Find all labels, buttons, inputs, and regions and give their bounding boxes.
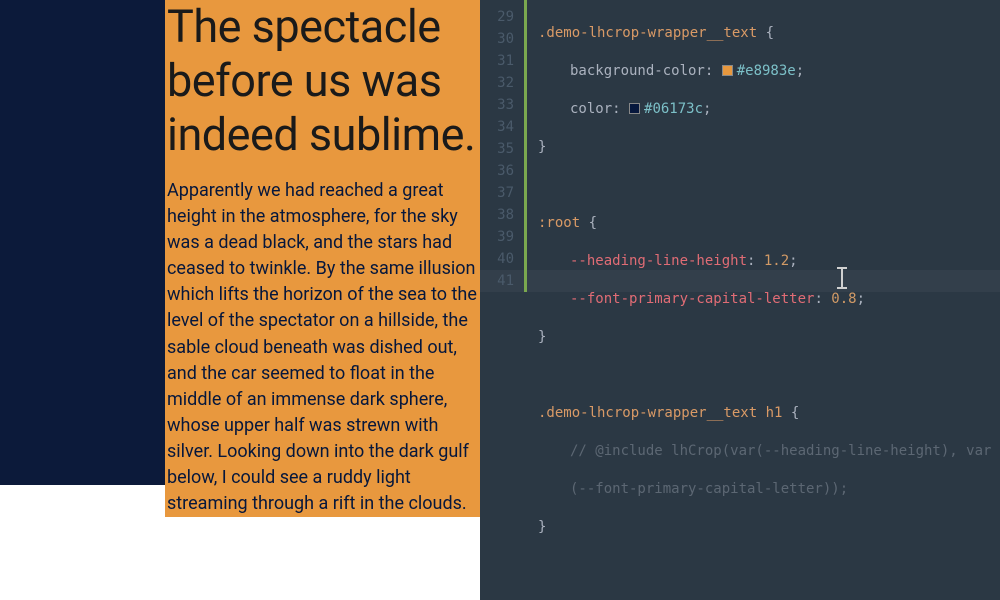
line-number: 29 bbox=[480, 6, 524, 28]
color-swatch-icon bbox=[722, 65, 733, 76]
css-value: #06173c bbox=[644, 101, 703, 117]
line-number: 30 bbox=[480, 28, 524, 50]
line-number: 35 bbox=[480, 138, 524, 160]
line-number: 34 bbox=[480, 116, 524, 138]
css-value: 0.8 bbox=[831, 291, 856, 307]
css-value: #e8983e bbox=[737, 63, 796, 79]
line-number: 32 bbox=[480, 72, 524, 94]
navy-background-block bbox=[0, 0, 165, 485]
line-number: 39 bbox=[480, 226, 524, 248]
color-swatch-icon bbox=[629, 103, 640, 114]
line-number: 38 bbox=[480, 204, 524, 226]
css-variable: --font-primary-capital-letter bbox=[570, 291, 814, 307]
demo-paragraph: Apparently we had reached a great height… bbox=[165, 172, 480, 517]
code-editor[interactable]: 29 30 31 32 33 34 35 36 37 38 39 40 41 .… bbox=[480, 0, 1000, 600]
line-number: 31 bbox=[480, 50, 524, 72]
brace-open: { bbox=[580, 215, 597, 231]
brace-close: } bbox=[538, 329, 546, 345]
brace-open: { bbox=[782, 405, 799, 421]
line-number: 33 bbox=[480, 94, 524, 116]
demo-heading: The spectacle before us was indeed subli… bbox=[165, 0, 480, 172]
code-comment: (--font-primary-capital-letter)); bbox=[570, 481, 848, 497]
line-number: 41 bbox=[480, 270, 524, 292]
css-variable: --heading-line-height bbox=[570, 253, 747, 269]
css-selector: .demo-lhcrop-wrapper__text h1 bbox=[538, 405, 782, 421]
css-selector: .demo-lhcrop-wrapper__text bbox=[538, 25, 757, 41]
css-selector: :root bbox=[538, 215, 580, 231]
code-content[interactable]: .demo-lhcrop-wrapper__text { background-… bbox=[524, 0, 1000, 600]
line-number: 36 bbox=[480, 160, 524, 182]
text-cursor-icon bbox=[836, 266, 848, 290]
line-number: 40 bbox=[480, 248, 524, 270]
line-number-gutter: 29 30 31 32 33 34 35 36 37 38 39 40 41 bbox=[480, 0, 524, 600]
css-property: color bbox=[570, 101, 612, 117]
demo-text-wrapper: The spectacle before us was indeed subli… bbox=[165, 0, 480, 485]
brace-close: } bbox=[538, 139, 546, 155]
css-value: 1.2 bbox=[764, 253, 789, 269]
line-number: 37 bbox=[480, 182, 524, 204]
css-property: background-color bbox=[570, 63, 705, 79]
preview-pane: The spectacle before us was indeed subli… bbox=[0, 0, 480, 600]
code-comment: // @include lhCrop(var(--heading-line-he… bbox=[570, 443, 991, 459]
brace-open: { bbox=[757, 25, 774, 41]
brace-close: } bbox=[538, 519, 546, 535]
